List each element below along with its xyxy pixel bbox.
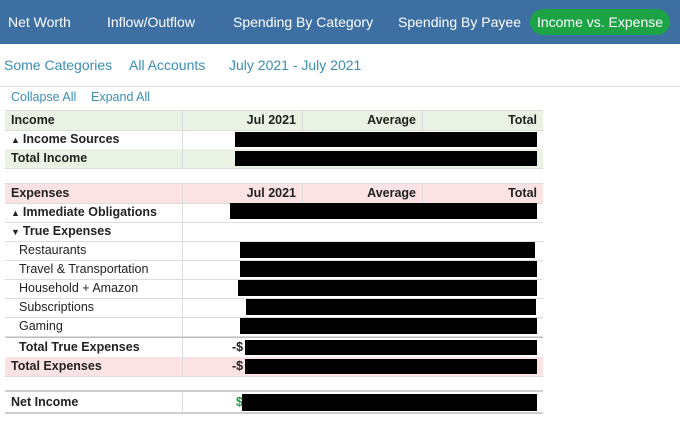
total-true-expenses-row: Total True Expenses -$ — [5, 337, 543, 358]
total-income-label: Total Income — [11, 151, 88, 165]
income-header-label: Income — [11, 113, 55, 127]
expense-item-label: Gaming — [19, 319, 63, 333]
col-month-header: Jul 2021 — [246, 113, 296, 127]
collapse-all-link[interactable]: Collapse All — [11, 90, 76, 104]
income-group-row[interactable]: ▲ Income Sources — [5, 130, 543, 150]
nav-inflow-outflow[interactable]: Inflow/Outflow — [107, 0, 195, 44]
negative-amount-prefix: -$ — [232, 340, 244, 354]
expense-group-label: True Expenses — [22, 224, 112, 238]
expenses-header-label: Expenses — [11, 186, 70, 200]
triangle-down-icon[interactable]: ▼ — [11, 227, 20, 237]
income-group-label: Income Sources — [22, 132, 120, 146]
expense-group-row[interactable]: ▲ Immediate Obligations — [5, 203, 543, 223]
income-header-row: Income Jul 2021 Average Total — [5, 110, 543, 131]
nav-net-worth[interactable]: Net Worth — [8, 0, 71, 44]
expense-item-label: Restaurants — [19, 243, 87, 257]
redacted-values — [238, 280, 537, 296]
redacted-values — [230, 203, 537, 219]
col-average-header: Average — [367, 186, 416, 200]
filter-bar: Some Categories All Accounts July 2021 -… — [0, 44, 680, 87]
redacted-values — [240, 242, 535, 258]
redacted-values — [245, 340, 537, 355]
accounts-filter[interactable]: All Accounts — [129, 57, 205, 73]
redacted-values — [242, 394, 537, 411]
triangle-up-icon[interactable]: ▲ — [11, 208, 20, 218]
report-nav: Net Worth Inflow/Outflow Spending By Cat… — [0, 0, 680, 44]
section-divider — [5, 390, 543, 392]
col-total-header: Total — [508, 113, 537, 127]
expenses-header-row: Expenses Jul 2021 Average Total — [5, 183, 543, 204]
expense-item-label: Travel & Transportation — [19, 262, 149, 276]
expense-item-row: Gaming — [5, 317, 543, 337]
total-expenses-row: Total Expenses -$ — [5, 357, 543, 377]
negative-amount-prefix: -$ — [232, 359, 244, 373]
nav-income-vs-expense[interactable]: Income vs. Expense — [530, 9, 670, 35]
total-expenses-label: Total Expenses — [11, 359, 102, 373]
net-income-label: Net Income — [11, 395, 79, 409]
categories-filter[interactable]: Some Categories — [4, 57, 112, 73]
expand-all-link[interactable]: Expand All — [91, 90, 150, 104]
triangle-up-icon[interactable]: ▲ — [11, 135, 20, 145]
expense-item-row: Subscriptions — [5, 298, 543, 318]
col-month-header: Jul 2021 — [246, 186, 296, 200]
expense-item-row: Household + Amazon — [5, 279, 543, 299]
expense-item-row: Travel & Transportation — [5, 260, 543, 280]
expense-item-row: Restaurants — [5, 241, 543, 261]
redacted-values — [235, 151, 537, 166]
redacted-values — [246, 299, 536, 315]
net-income-row: Net Income $ — [5, 393, 543, 414]
redacted-values — [240, 318, 537, 334]
redacted-values — [240, 261, 537, 277]
expense-group-row[interactable]: ▼ True Expenses — [5, 222, 543, 242]
date-range-filter[interactable]: July 2021 - July 2021 — [229, 57, 361, 73]
expense-group-label: Immediate Obligations — [22, 205, 157, 219]
redacted-values — [245, 359, 537, 374]
nav-spending-by-category[interactable]: Spending By Category — [233, 0, 373, 44]
expense-item-label: Subscriptions — [19, 300, 95, 314]
total-income-row: Total Income — [5, 149, 543, 169]
col-total-header: Total — [508, 186, 537, 200]
nav-spending-by-payee[interactable]: Spending By Payee — [398, 0, 521, 44]
col-average-header: Average — [367, 113, 416, 127]
redacted-values — [235, 132, 537, 147]
total-true-expenses-label: Total True Expenses — [19, 340, 140, 354]
expense-item-label: Household + Amazon — [19, 281, 139, 295]
